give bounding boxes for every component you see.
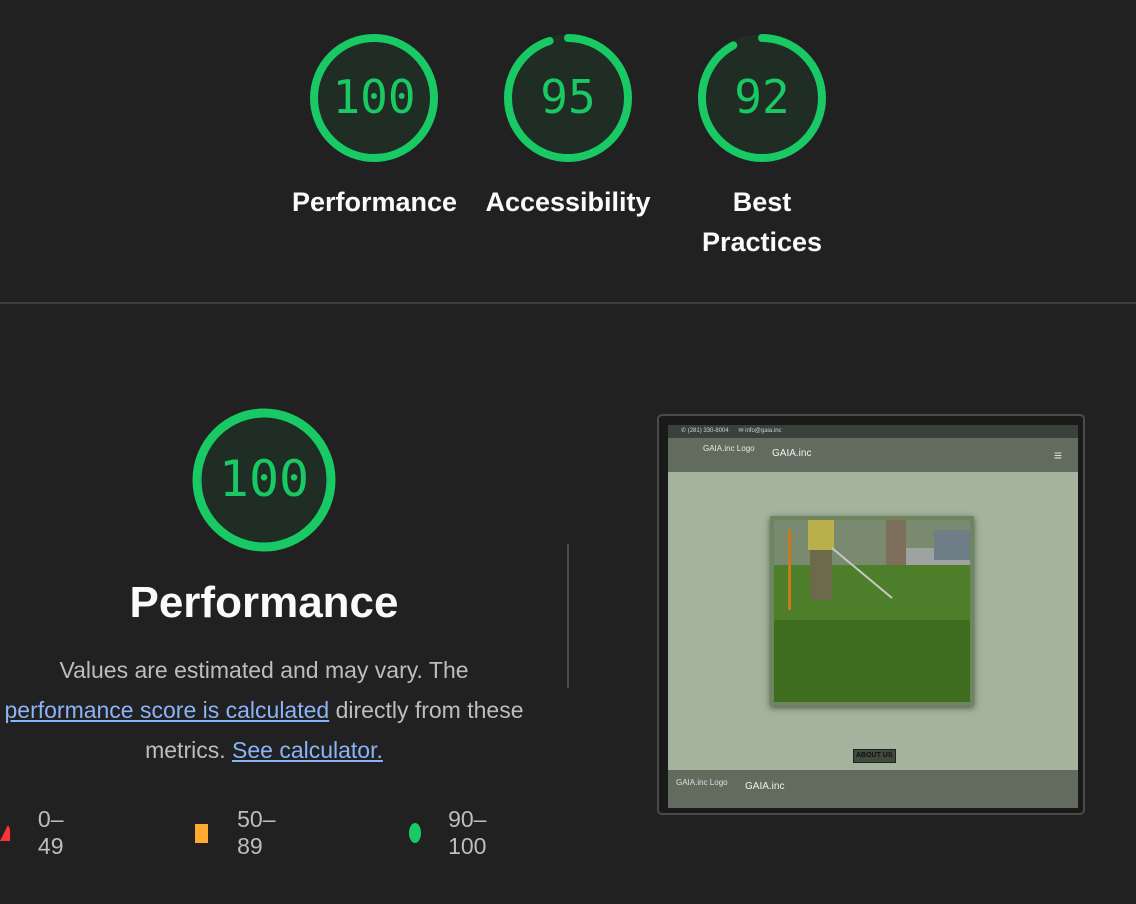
see-calculator-link[interactable]: See calculator. xyxy=(232,737,383,763)
grass-photo xyxy=(774,520,970,702)
screenshot-logo: GAIA.inc Logo xyxy=(703,444,755,453)
gauge-label: Accessibility xyxy=(485,187,651,217)
screenshot-brand: GAIA.inc xyxy=(772,448,812,459)
screenshot-topbar: ✆ (281) 330-8004 ✉ info@gaia.inc xyxy=(668,425,1078,438)
screenshot-about-button: ABOUT US xyxy=(853,749,896,763)
phone-icon: ✆ xyxy=(681,428,687,434)
screenshot-footer: GAIA.inc Logo GAIA.inc xyxy=(668,770,1078,808)
gauge-best-practices[interactable]: 92 Best Practices xyxy=(680,32,844,262)
section-divider xyxy=(0,302,1136,304)
gauge-score: 100 xyxy=(332,70,416,124)
legend-pass: 90–100 xyxy=(409,806,494,860)
gauge-label-line2: Practices xyxy=(701,227,823,257)
menu-icon: ≡ xyxy=(1053,447,1062,463)
score-description: Values are estimated and may vary. The p… xyxy=(0,650,528,770)
circle-icon xyxy=(409,823,422,843)
screenshot-page: ✆ (281) 330-8004 ✉ info@gaia.inc GAIA.in… xyxy=(668,425,1078,808)
section-title: Performance xyxy=(129,578,399,627)
legend-range: 90–100 xyxy=(448,806,487,859)
screenshot-nav: GAIA.inc Logo GAIA.inc ≡ xyxy=(668,438,1078,472)
vertical-divider xyxy=(567,544,569,688)
triangle-icon xyxy=(0,825,10,841)
screenshot-phone: (281) 330-8004 xyxy=(687,428,729,434)
gauge-label: Performance xyxy=(292,187,458,217)
gauge-label-line1: Best xyxy=(732,187,792,217)
gauge-score: 92 xyxy=(734,70,790,124)
screenshot-email: info@gaia.inc xyxy=(745,428,782,434)
screenshot-footer-logo: GAIA.inc Logo xyxy=(676,778,728,787)
square-icon xyxy=(195,823,209,843)
gauge-accessibility[interactable]: 95 Accessibility xyxy=(484,32,652,222)
screenshot-hero-image xyxy=(770,516,974,706)
legend-range: 50–89 xyxy=(237,806,276,859)
gauge-score: 95 xyxy=(540,70,596,124)
screenshot-footer-brand: GAIA.inc xyxy=(745,781,785,792)
final-screenshot[interactable]: ✆ (281) 330-8004 ✉ info@gaia.inc GAIA.in… xyxy=(657,414,1085,815)
legend-average: 50–89 xyxy=(195,806,281,860)
gauge-performance[interactable]: 100 Performance xyxy=(292,32,458,222)
desc-text: Values are estimated and may vary. The xyxy=(59,657,469,683)
main-performance-gauge: 100 xyxy=(190,406,338,554)
main-score: 100 xyxy=(218,450,310,508)
legend-fail: 0–49 xyxy=(0,806,70,860)
mail-icon: ✉ xyxy=(738,428,744,434)
performance-score-link[interactable]: performance score is calculated xyxy=(4,697,329,723)
legend-range: 0–49 xyxy=(37,806,64,859)
